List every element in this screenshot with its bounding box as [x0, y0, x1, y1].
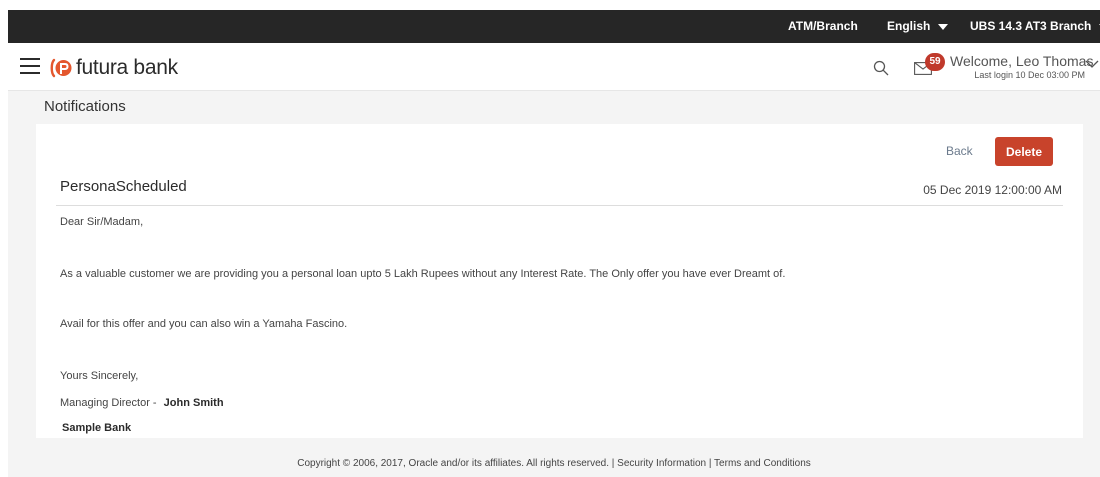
search-icon[interactable]: [873, 60, 889, 76]
message-paragraph-2: Avail for this offer and you can also wi…: [60, 318, 348, 330]
hamburger-menu-icon[interactable]: [20, 58, 40, 74]
branch-selector[interactable]: UBS 14.3 AT3 Branch: [970, 10, 1100, 43]
caret-down-icon: [938, 23, 949, 30]
signature-organization: Sample Bank: [62, 422, 132, 434]
message-date: 05 Dec 2019 12:00:00 AM: [923, 183, 1062, 197]
welcome-text: Welcome, Leo Thomas: [950, 53, 1094, 69]
user-menu[interactable]: Welcome, Leo Thomas Last login 10 Dec 03…: [950, 53, 1094, 80]
page-title: Notifications: [44, 98, 126, 115]
mail-count-badge: 59: [925, 53, 945, 71]
notification-card: [36, 124, 1083, 438]
footer-copyright: Copyright © 2006, 2017, Oracle and/or it…: [297, 458, 811, 469]
branch-label: UBS 14.3 AT3 Branch: [970, 19, 1092, 33]
top-utility-bar: ATM/Branch English UBS 14.3 AT3 Branch: [8, 10, 1100, 43]
signature-role: Managing Director -: [60, 397, 157, 409]
bank-logo[interactable]: futura bank: [50, 56, 178, 80]
language-label: English: [887, 19, 931, 33]
last-login-text: Last login 10 Dec 03:00 PM: [974, 70, 1085, 80]
left-edge: [0, 0, 8, 477]
message-paragraph-1: As a valuable customer we are providing …: [60, 268, 786, 280]
logo-text: futura bank: [76, 56, 178, 79]
divider: [56, 205, 1063, 206]
chevron-down-icon[interactable]: [1085, 59, 1099, 69]
signature-name: John Smith: [163, 397, 224, 409]
delete-button[interactable]: Delete: [995, 137, 1053, 166]
message-closing: Yours Sincerely,: [60, 370, 139, 382]
back-button[interactable]: Back: [946, 144, 973, 158]
language-selector[interactable]: English: [887, 10, 949, 43]
app-header: futura bank 59 Welcome, Leo Thomas Last …: [8, 43, 1100, 91]
message-greeting: Dear Sir/Madam,: [60, 216, 144, 228]
message-signature: Managing Director - John Smith: [60, 397, 224, 409]
futura-logo-icon: [50, 58, 72, 78]
message-subject: PersonaScheduled: [60, 178, 187, 195]
atm-branch-link[interactable]: ATM/Branch: [788, 10, 858, 43]
